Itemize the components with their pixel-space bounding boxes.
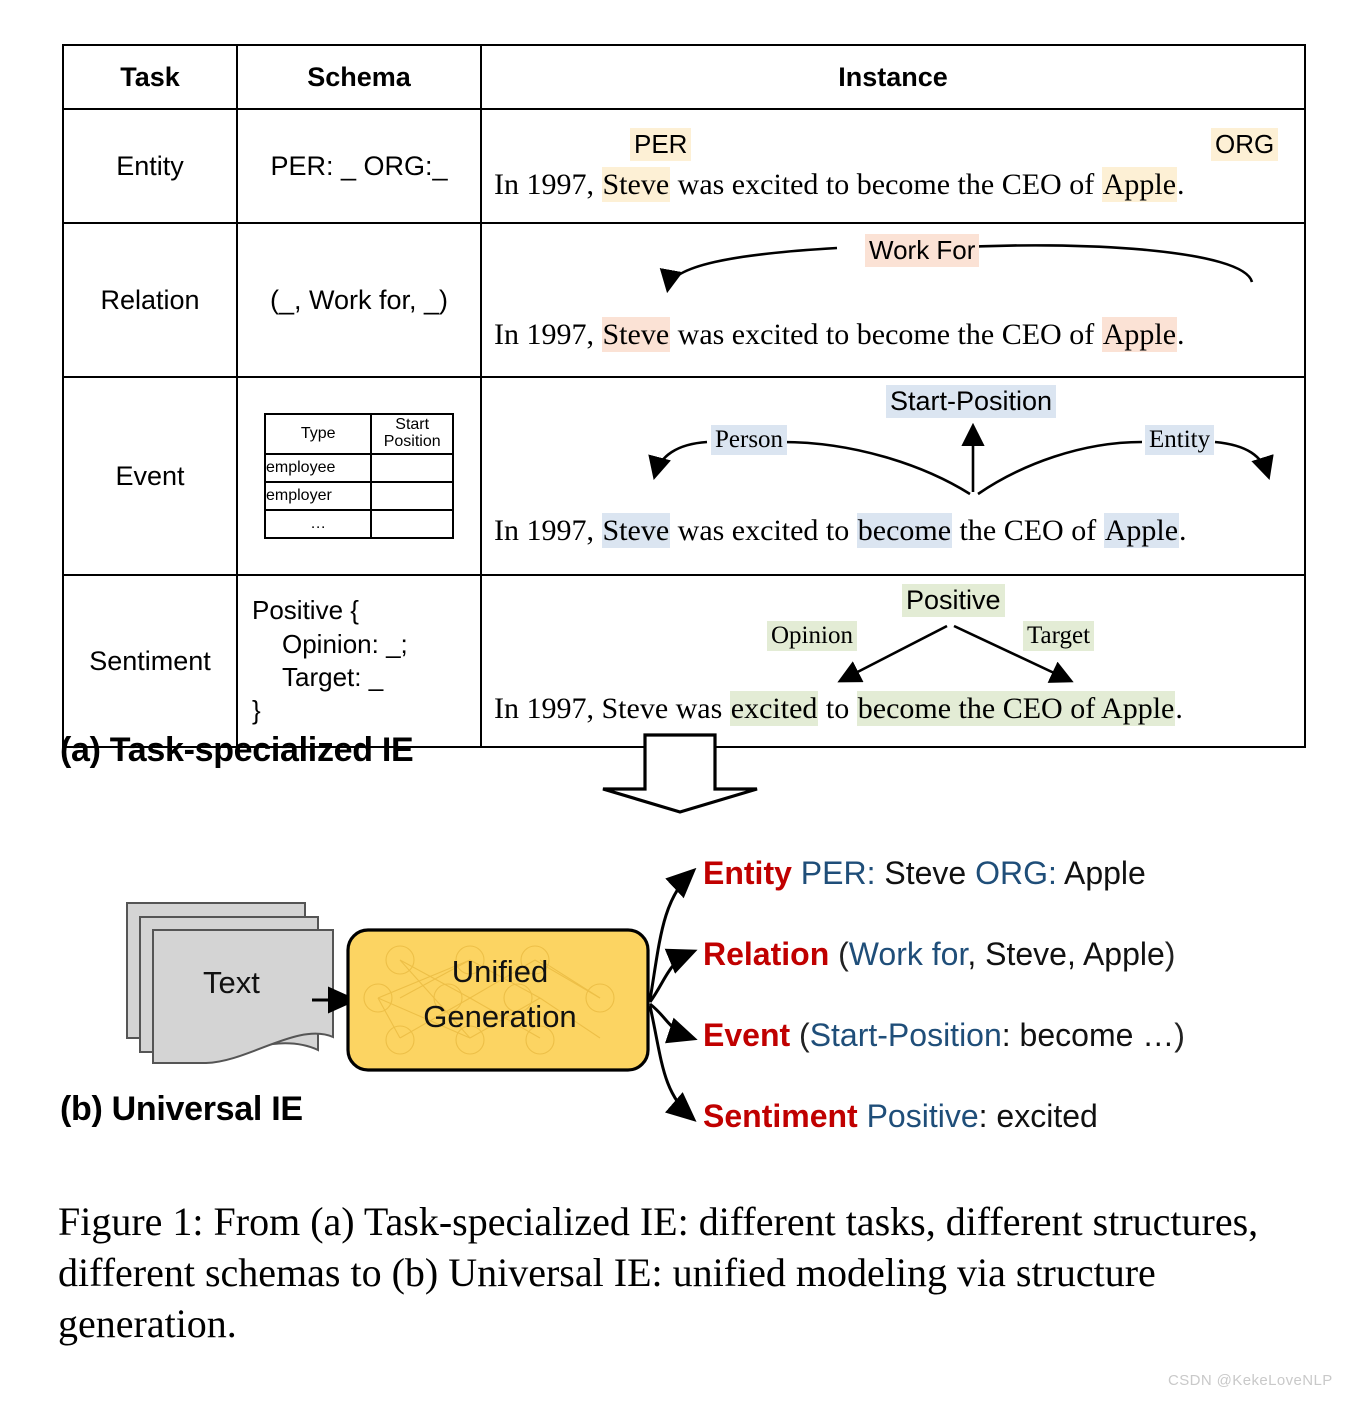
model-label-line1: Unified (451, 954, 549, 989)
output-seg: Apple (1056, 855, 1146, 891)
down-arrow-icon (602, 733, 758, 814)
unified-generation-label: Unified Generation (355, 950, 645, 1040)
output-task-sentiment: Sentiment (703, 1098, 858, 1134)
output-row-sentiment: Sentiment Positive: excited (703, 1098, 1098, 1135)
output-row-relation: Relation (Work for, Steve, Apple) (703, 936, 1175, 973)
output-seg: Steve (875, 855, 967, 891)
output-seg: Start-Position (809, 1017, 1002, 1053)
output-seg: : excited (978, 1098, 1098, 1134)
output-seg: Work for (848, 936, 968, 972)
pipeline-graphics (126, 733, 758, 1122)
text-input-label: Text (203, 965, 260, 1000)
output-seg: ) (1164, 936, 1176, 972)
output-seg: PER: (791, 855, 876, 891)
output-task-entity: Entity (703, 855, 792, 891)
output-seg: ) (1174, 1017, 1185, 1053)
output-seg: Positive (857, 1098, 979, 1134)
output-fanout-arrows (648, 867, 698, 1122)
model-label-line2: Generation (423, 998, 577, 1034)
output-seg: ( (829, 936, 849, 972)
output-row-event: Event (Start-Position: become …) (703, 1017, 1185, 1054)
output-seg: ( (790, 1017, 810, 1053)
output-seg: ORG: (966, 855, 1057, 891)
output-task-event: Event (703, 1017, 791, 1053)
watermark: CSDN @KekeLoveNLP (1168, 1372, 1333, 1389)
output-seg: : become … (1001, 1017, 1175, 1053)
output-row-entity: Entity PER: Steve ORG: Apple (703, 855, 1146, 892)
output-task-relation: Relation (703, 936, 830, 972)
figure-caption: Figure 1: From (a) Task-specialized IE: … (58, 1199, 1259, 1347)
output-seg: , Steve, Apple (967, 936, 1165, 972)
